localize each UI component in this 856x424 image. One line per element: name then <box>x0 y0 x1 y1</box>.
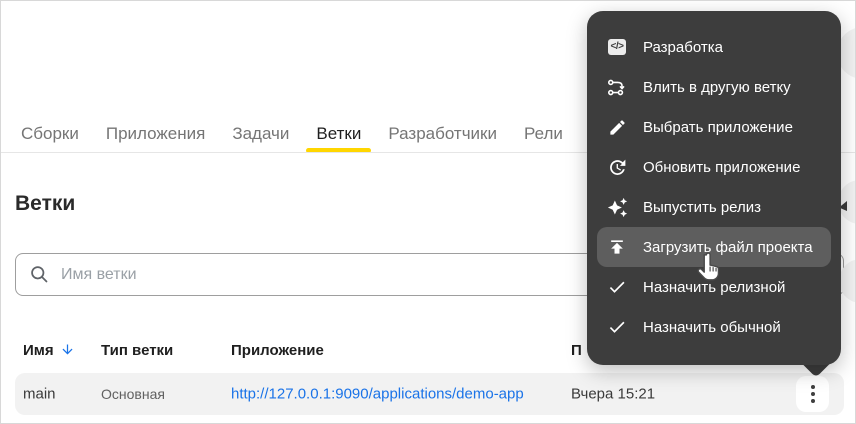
menu-item-select-application[interactable]: Выбрать приложение <box>597 107 831 147</box>
tab-builds[interactable]: Сборки <box>21 124 79 153</box>
menu-item-label: Назначить релизной <box>643 279 785 296</box>
menu-item-label: Выбрать приложение <box>643 119 793 136</box>
updated-cell: Вчера 15:21 <box>571 386 655 403</box>
menu-item-label: Влить в другую ветку <box>643 79 791 96</box>
column-header-type: Тип ветки <box>101 342 173 359</box>
menu-item-upload-project-file[interactable]: Загрузить файл проекта <box>597 227 831 267</box>
page-title: Ветки <box>15 192 75 216</box>
application-link[interactable]: http://127.0.0.1:9090/applications/demo-… <box>231 386 524 403</box>
update-icon <box>605 155 629 179</box>
menu-item-development[interactable]: </> Разработка <box>597 27 831 67</box>
sort-desc-icon[interactable] <box>60 344 75 361</box>
table-row: main Основная http://127.0.0.1:9090/appl… <box>15 373 844 415</box>
menu-item-label: Обновить приложение <box>643 159 800 176</box>
column-header-name-label: Имя <box>23 342 54 359</box>
tab-branches[interactable]: Ветки <box>316 124 361 153</box>
top-tabbar: Сборки Приложения Задачи Ветки Разработч… <box>21 124 563 153</box>
check-icon <box>605 275 629 299</box>
menu-item-release[interactable]: Выпустить релиз <box>597 187 831 227</box>
row-kebab-menu-button[interactable] <box>796 376 829 412</box>
menu-item-merge-branch[interactable]: Влить в другую ветку <box>597 67 831 107</box>
merge-branch-icon <box>605 75 629 99</box>
tab-tasks[interactable]: Задачи <box>232 124 289 153</box>
edit-pencil-icon <box>605 115 629 139</box>
menu-item-label: Назначить обычной <box>643 319 781 336</box>
branches-page: Сборки Приложения Задачи Ветки Разработч… <box>0 0 856 424</box>
branch-context-menu: </> Разработка Влить в другую ветку <box>587 11 841 365</box>
column-header-name[interactable]: Имя <box>23 342 75 361</box>
menu-item-update-application[interactable]: Обновить приложение <box>597 147 831 187</box>
tab-developers[interactable]: Разработчики <box>388 124 497 153</box>
branch-type-cell: Основная <box>101 386 165 402</box>
menu-item-assign-regular-branch[interactable]: Назначить обычной <box>597 307 831 347</box>
upload-icon <box>605 235 629 259</box>
check-icon <box>605 315 629 339</box>
menu-item-label: Разработка <box>643 39 723 56</box>
sparkles-icon <box>605 195 629 219</box>
branch-name-cell: main <box>23 386 56 403</box>
menu-item-assign-release-branch[interactable]: Назначить релизной <box>597 267 831 307</box>
tab-applications[interactable]: Приложения <box>106 124 205 153</box>
search-icon <box>29 264 50 285</box>
column-header-updated: П <box>571 342 582 359</box>
column-header-application: Приложение <box>231 342 324 359</box>
code-icon: </> <box>605 35 629 59</box>
menu-item-label: Загрузить файл проекта <box>643 239 813 256</box>
tab-releases[interactable]: Рели <box>524 124 563 153</box>
menu-item-label: Выпустить релиз <box>643 199 761 216</box>
